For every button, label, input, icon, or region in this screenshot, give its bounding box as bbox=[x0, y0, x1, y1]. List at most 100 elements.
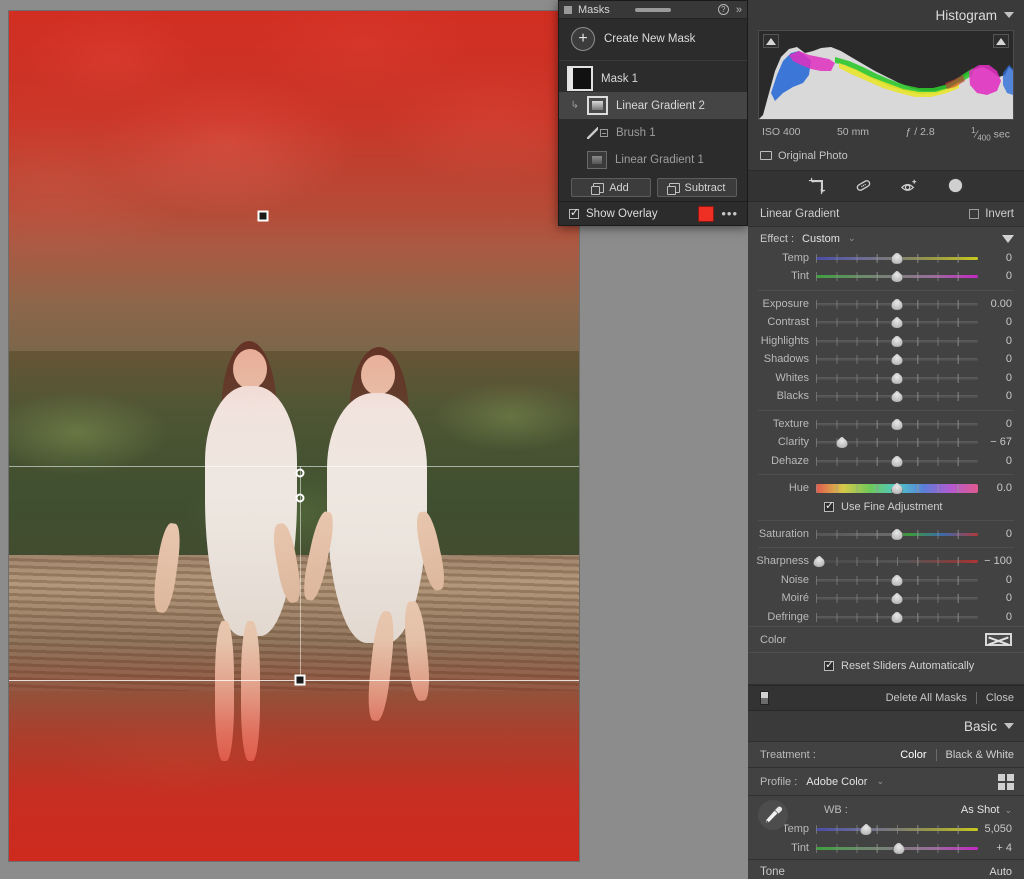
color-swatch-none[interactable] bbox=[985, 633, 1012, 646]
healing-brush-tool-icon[interactable] bbox=[852, 175, 874, 197]
tone-auto-button[interactable]: Auto bbox=[989, 866, 1012, 878]
masking-tool-icon[interactable] bbox=[944, 175, 966, 197]
linear-gradient-header: Linear Gradient Invert bbox=[748, 202, 1024, 226]
effect-preset-row[interactable]: Effect : Custom ⌄ bbox=[748, 227, 1024, 249]
mask-list-item-linear-gradient-1[interactable]: Linear Gradient 1 bbox=[559, 146, 747, 173]
color-row: Color bbox=[748, 626, 1024, 652]
slider-control-highlights[interactable] bbox=[816, 332, 978, 350]
toggle-switch-icon[interactable] bbox=[760, 691, 769, 705]
invert-checkbox[interactable] bbox=[969, 209, 979, 219]
profile-value[interactable]: Adobe Color bbox=[806, 776, 867, 788]
slider-control-clarity[interactable] bbox=[816, 433, 978, 451]
add-button[interactable]: Add bbox=[571, 178, 651, 197]
chevron-down-icon[interactable]: ⌄ bbox=[848, 233, 856, 244]
ellipsis-icon[interactable]: ••• bbox=[721, 207, 738, 220]
histogram-section-header[interactable]: Histogram bbox=[748, 0, 1024, 30]
mask-list-item-mask-1[interactable]: Mask 1 bbox=[559, 65, 747, 92]
gradient-handle-top[interactable] bbox=[258, 211, 269, 222]
masks-panel-titlebar[interactable]: Masks ? » bbox=[559, 1, 747, 19]
effect-value[interactable]: Custom bbox=[802, 233, 840, 245]
eyedropper-icon[interactable] bbox=[758, 800, 788, 830]
slider-value-saturation: 0 bbox=[978, 528, 1016, 540]
slider-control-sharpness[interactable] bbox=[816, 552, 978, 570]
slider-row-hue: Hue0.0 bbox=[748, 479, 1024, 498]
shadow-clipping-icon[interactable] bbox=[763, 34, 779, 48]
chevron-down-icon[interactable]: ⌄ bbox=[876, 776, 884, 787]
slider-control-noise[interactable] bbox=[816, 571, 978, 589]
mask-label: Linear Gradient 2 bbox=[616, 100, 705, 112]
slider-control-saturation[interactable] bbox=[816, 525, 978, 543]
effect-disclosure-icon[interactable] bbox=[1002, 235, 1014, 243]
slider-row-highlights: Highlights0 bbox=[748, 332, 1024, 351]
gradient-handle-center[interactable] bbox=[295, 675, 306, 686]
treatment-row: Treatment : Color Black & White bbox=[748, 742, 1024, 768]
mask-label: Brush 1 bbox=[616, 127, 656, 139]
chevron-down-icon[interactable] bbox=[1004, 12, 1014, 18]
slider-control-texture[interactable] bbox=[816, 415, 978, 433]
slider-group-divider bbox=[758, 547, 1014, 548]
delete-all-masks-button[interactable]: Delete All Masks bbox=[886, 692, 967, 704]
wb-value[interactable]: As Shot bbox=[961, 804, 1000, 816]
slider-control-dehaze[interactable] bbox=[816, 452, 978, 470]
photo-preview[interactable] bbox=[8, 10, 580, 862]
basic-tint-slider[interactable] bbox=[816, 839, 978, 857]
original-photo-toggle[interactable]: Original Photo bbox=[748, 143, 1024, 170]
scene-foliage bbox=[9, 11, 579, 402]
tone-label: Tone bbox=[760, 866, 785, 878]
overlay-color-swatch[interactable] bbox=[698, 206, 714, 222]
gradient-handle-lower[interactable] bbox=[296, 494, 305, 503]
reset-sliders-checkbox[interactable] bbox=[824, 661, 834, 671]
show-overlay-checkbox[interactable] bbox=[569, 209, 579, 219]
subtract-button[interactable]: Subtract bbox=[657, 178, 737, 197]
profile-grid-icon[interactable] bbox=[998, 774, 1014, 790]
treatment-bw-option[interactable]: Black & White bbox=[946, 749, 1014, 761]
masks-panel[interactable]: Masks ? » + Create New Mask Mask 1 ↳ Lin… bbox=[558, 0, 748, 226]
basic-section-header[interactable]: Basic bbox=[748, 711, 1024, 741]
histogram-graph[interactable] bbox=[758, 30, 1014, 120]
slider-label-temp: Temp bbox=[748, 252, 816, 264]
slider-row-shadows: Shadows0 bbox=[748, 350, 1024, 369]
slider-control-whites[interactable] bbox=[816, 369, 978, 387]
slider-value-blacks: 0 bbox=[978, 390, 1016, 402]
create-new-mask-button[interactable]: + Create New Mask bbox=[559, 19, 747, 61]
slider-label-defringe: Defringe bbox=[748, 611, 816, 623]
close-button[interactable]: Close bbox=[986, 692, 1014, 704]
slider-label-noise: Noise bbox=[748, 574, 816, 586]
gradient-guide-line-upper[interactable] bbox=[9, 466, 579, 467]
chevron-down-icon[interactable]: ⌄ bbox=[1004, 805, 1012, 816]
slider-control-temp[interactable] bbox=[816, 249, 978, 267]
red-eye-tool-icon[interactable] bbox=[898, 175, 920, 197]
crop-tool-icon[interactable] bbox=[806, 175, 828, 197]
slider-control-exposure[interactable] bbox=[816, 295, 978, 313]
photo-scene bbox=[9, 11, 579, 861]
slider-control-tint[interactable] bbox=[816, 267, 978, 285]
slider-label-blacks: Blacks bbox=[748, 390, 816, 402]
exif-info-row: ISO 400 50 mm ƒ / 2.8 1⁄400 sec bbox=[748, 120, 1024, 143]
add-button-label: Add bbox=[609, 182, 629, 194]
slider-value-temp: 0 bbox=[978, 252, 1016, 264]
gradient-handle-upper[interactable] bbox=[296, 469, 305, 478]
slider-control-contrast[interactable] bbox=[816, 313, 978, 331]
slider-control-moir[interactable] bbox=[816, 589, 978, 607]
mask-list-item-linear-gradient-2[interactable]: ↳ Linear Gradient 2 bbox=[559, 92, 747, 119]
double-chevron-right-icon[interactable]: » bbox=[736, 4, 742, 16]
question-circle-icon[interactable]: ? bbox=[718, 4, 729, 15]
original-photo-label: Original Photo bbox=[778, 150, 848, 162]
slider-control-hue[interactable] bbox=[816, 479, 978, 497]
basic-temp-slider-row: Temp 5,050 bbox=[748, 820, 1024, 839]
slider-value-defringe: 0 bbox=[978, 611, 1016, 623]
use-fine-adjustment-checkbox[interactable] bbox=[824, 502, 834, 512]
chevron-down-icon[interactable] bbox=[1004, 723, 1014, 729]
slider-row-temp: Temp 0 bbox=[748, 249, 1024, 268]
panel-drag-handle[interactable] bbox=[635, 8, 671, 12]
slider-control-blacks[interactable] bbox=[816, 387, 978, 405]
slider-control-shadows[interactable] bbox=[816, 350, 978, 368]
treatment-color-option[interactable]: Color bbox=[900, 749, 926, 761]
slider-control-defringe[interactable] bbox=[816, 608, 978, 626]
mask-list-item-brush-1[interactable]: Brush 1 bbox=[559, 119, 747, 146]
basic-temp-slider[interactable] bbox=[816, 820, 978, 838]
highlight-clipping-icon[interactable] bbox=[993, 34, 1009, 48]
scene-foreground bbox=[9, 691, 579, 861]
slider-row-whites: Whites0 bbox=[748, 369, 1024, 388]
profile-label: Profile : bbox=[760, 776, 797, 788]
